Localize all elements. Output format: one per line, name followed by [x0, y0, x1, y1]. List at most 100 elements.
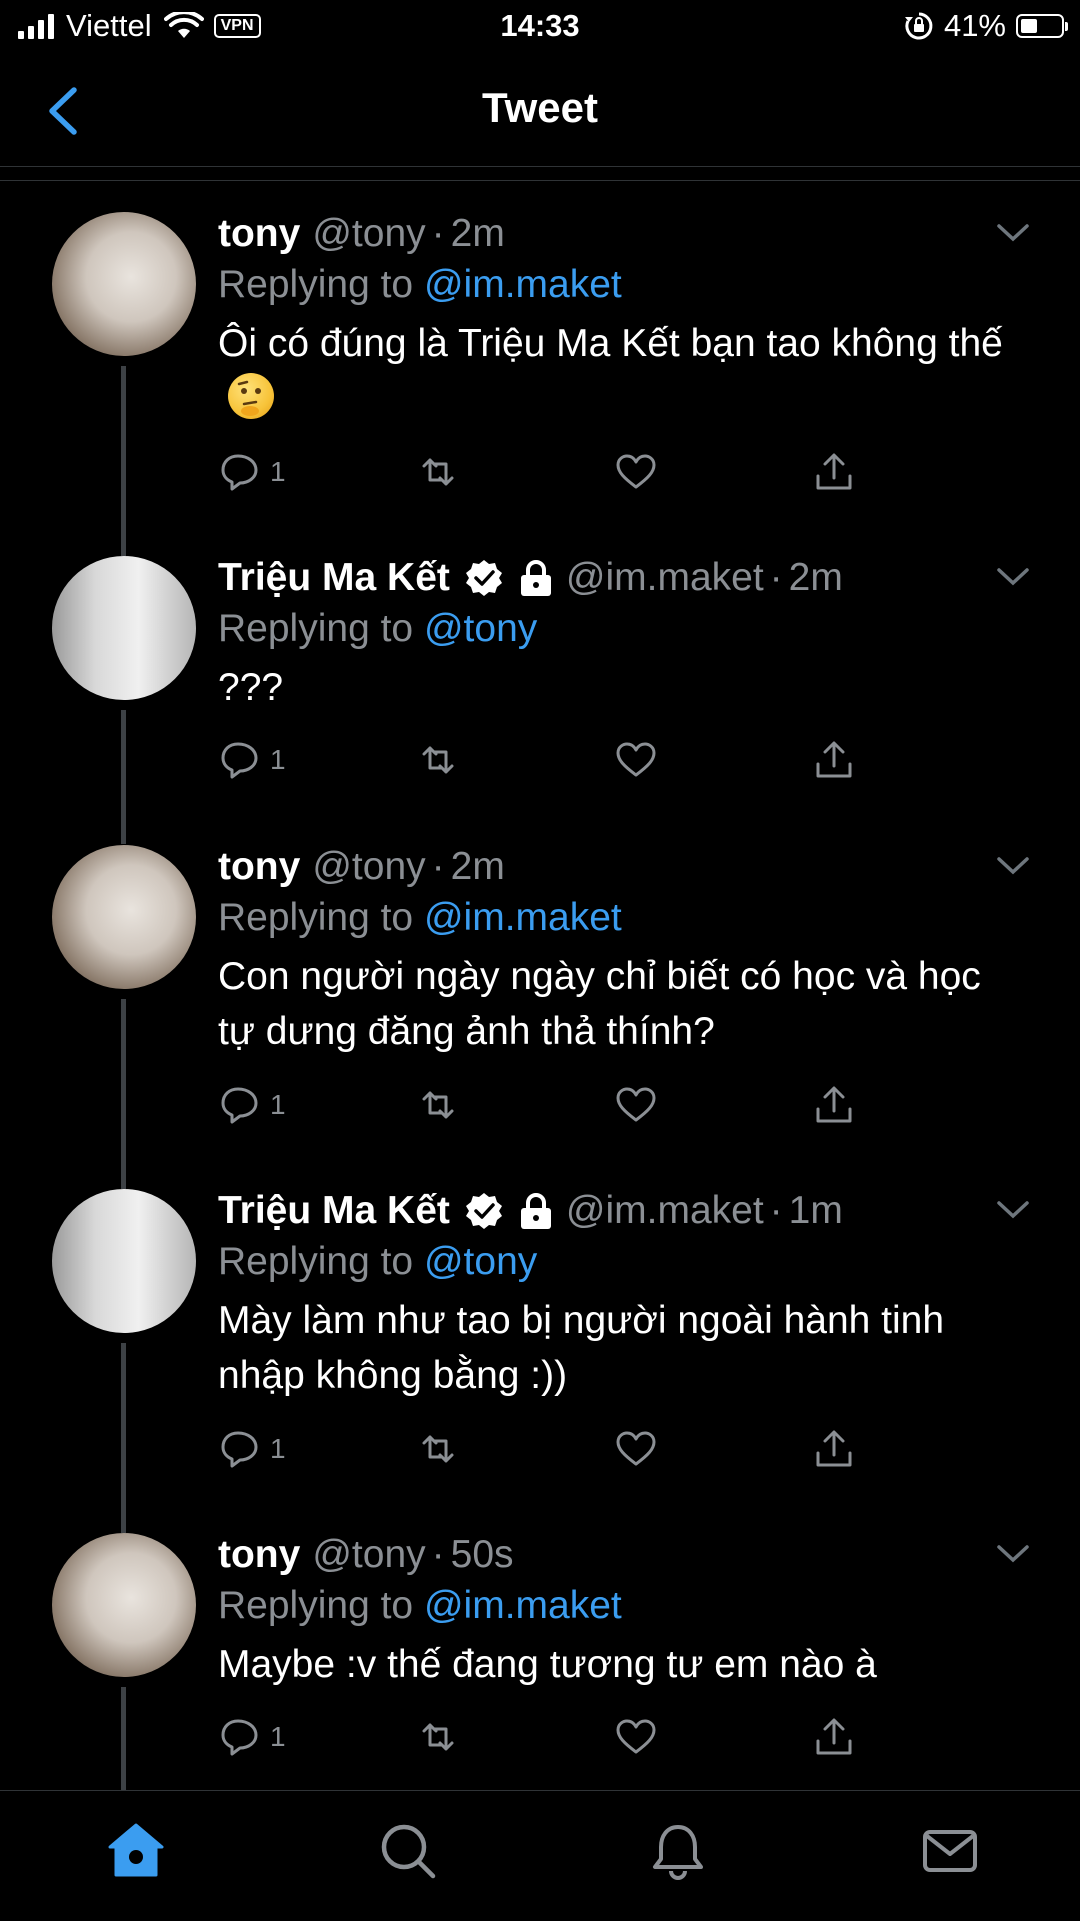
share-button[interactable] [812, 1427, 856, 1471]
share-button[interactable] [812, 1715, 856, 1759]
tweet-text: Mày làm như tao bị người ngoài hành tinh… [218, 1299, 945, 1397]
share-icon [816, 1718, 852, 1755]
status-right: 41% [904, 8, 1068, 44]
tweet-actions: 1 [218, 738, 858, 788]
avatar[interactable] [52, 845, 196, 989]
tweet[interactable]: Triệu Ma Kết @im.maket · 1m Replying to … [0, 1159, 1080, 1533]
reply-icon [221, 454, 258, 491]
avatar[interactable] [52, 1533, 196, 1677]
tweet-time: 1m [788, 1189, 843, 1232]
reply-count: 1 [270, 456, 286, 487]
bell-icon[interactable] [648, 1821, 708, 1881]
tweet-text: ??? [218, 666, 284, 709]
reply-count: 1 [270, 744, 286, 775]
divider [0, 180, 1080, 181]
reply-button[interactable]: 1 [218, 1083, 286, 1127]
display-name[interactable]: Triệu Ma Kết [218, 1187, 450, 1235]
retweet-icon [422, 1435, 454, 1463]
thread-line [121, 1687, 126, 1807]
tweet[interactable]: tony @tony · 50s Replying to @im.maket M… [0, 1503, 1080, 1807]
user-handle[interactable]: @im.maket [566, 1187, 764, 1235]
mention-link[interactable]: @im.maket [424, 1584, 622, 1627]
tweet-time: 2m [788, 556, 843, 599]
avatar[interactable] [52, 556, 196, 700]
like-button[interactable] [614, 1427, 658, 1471]
share-button[interactable] [812, 450, 856, 494]
retweet-button[interactable] [416, 450, 460, 494]
reply-icon [221, 1719, 258, 1756]
share-icon [816, 453, 852, 490]
replying-prefix: Replying to [218, 607, 424, 650]
replying-prefix: Replying to [218, 1584, 424, 1627]
home-icon[interactable] [106, 1821, 166, 1881]
tweet-time: 2m [450, 845, 505, 888]
tweet-header: tony @tony · 2m [218, 843, 1018, 891]
mail-icon[interactable] [920, 1821, 980, 1881]
heart-icon [616, 1087, 656, 1122]
mention-link[interactable]: @tony [424, 607, 537, 650]
search-icon[interactable] [378, 1821, 438, 1881]
retweet-button[interactable] [416, 738, 460, 782]
display-name[interactable]: tony [218, 843, 300, 891]
tweet-time: 50s [450, 1533, 514, 1576]
retweet-icon [422, 1091, 454, 1119]
user-handle[interactable]: @tony [312, 210, 425, 258]
replying-prefix: Replying to [218, 896, 424, 939]
protected-lock-icon [520, 560, 551, 596]
separator-dot: · [769, 1189, 783, 1232]
page-title: Tweet [482, 84, 598, 131]
battery-percentage: 41% [943, 8, 1006, 43]
verified-badge-icon [465, 1193, 502, 1229]
retweet-button[interactable] [416, 1083, 460, 1127]
retweet-button[interactable] [416, 1715, 460, 1759]
bottom-tab-bar [0, 1790, 1080, 1921]
like-button[interactable] [614, 1083, 658, 1127]
share-button[interactable] [812, 738, 856, 782]
tweet-text: Ôi có đúng là Triệu Ma Kết bạn tao không… [218, 316, 1018, 426]
mention-link[interactable]: @im.maket [424, 896, 622, 939]
avatar[interactable] [52, 212, 196, 356]
tweet-actions: 1 [218, 450, 858, 500]
share-icon [816, 1086, 852, 1123]
retweet-icon [422, 1723, 454, 1751]
user-handle[interactable]: @im.maket [566, 554, 764, 602]
display-name[interactable]: Triệu Ma Kết [218, 554, 450, 602]
reply-icon [221, 1087, 258, 1124]
avatar[interactable] [52, 1189, 196, 1333]
retweet-button[interactable] [416, 1427, 460, 1471]
reply-count: 1 [270, 1433, 286, 1464]
tweet-header: Triệu Ma Kết @im.maket · 2m [218, 554, 1018, 602]
heart-icon [616, 454, 656, 489]
reply-button[interactable]: 1 [218, 1715, 286, 1759]
user-handle[interactable]: @tony [312, 1531, 425, 1579]
mention-link[interactable]: @tony [424, 1240, 537, 1283]
reply-button[interactable]: 1 [218, 450, 286, 494]
tweet-body: tony @tony · 2m Replying to @im.maket Ôi… [218, 210, 1018, 426]
user-handle[interactable]: @tony [312, 843, 425, 891]
display-name[interactable]: tony [218, 1531, 300, 1579]
tweet-body: tony @tony · 50s Replying to @im.maket M… [218, 1531, 1018, 1692]
mention-link[interactable]: @im.maket [424, 263, 622, 306]
tweet-body: tony @tony · 2m Replying to @im.maket Co… [218, 843, 1018, 1059]
like-button[interactable] [614, 450, 658, 494]
share-button[interactable] [812, 1083, 856, 1127]
tweet-text: Maybe :v thế đang tương tư em nào à [218, 1643, 877, 1686]
like-button[interactable] [614, 738, 658, 782]
tweet-text-body: Ôi có đúng là Triệu Ma Kết bạn tao không… [218, 322, 1003, 365]
reply-button[interactable]: 1 [218, 738, 286, 782]
reply-button[interactable]: 1 [218, 1427, 286, 1471]
display-name[interactable]: tony [218, 210, 300, 258]
separator-dot: · [431, 1533, 445, 1576]
battery-icon [1016, 14, 1068, 38]
tweet-header: Triệu Ma Kết @im.maket · 1m [218, 1187, 1018, 1235]
separator-dot: · [431, 212, 445, 255]
verified-badge-icon [465, 560, 502, 596]
tweet[interactable]: Triệu Ma Kết @im.maket · 2m Replying to … [0, 526, 1080, 844]
replying-to: Replying to @im.maket [218, 258, 1018, 312]
heart-icon [616, 742, 656, 777]
tweet[interactable]: tony @tony · 2m Replying to @im.maket Ôi… [0, 182, 1080, 556]
tweet[interactable]: tony @tony · 2m Replying to @im.maket Co… [0, 815, 1080, 1189]
retweet-icon [422, 458, 454, 486]
battery-fill [1021, 19, 1037, 33]
like-button[interactable] [614, 1715, 658, 1759]
